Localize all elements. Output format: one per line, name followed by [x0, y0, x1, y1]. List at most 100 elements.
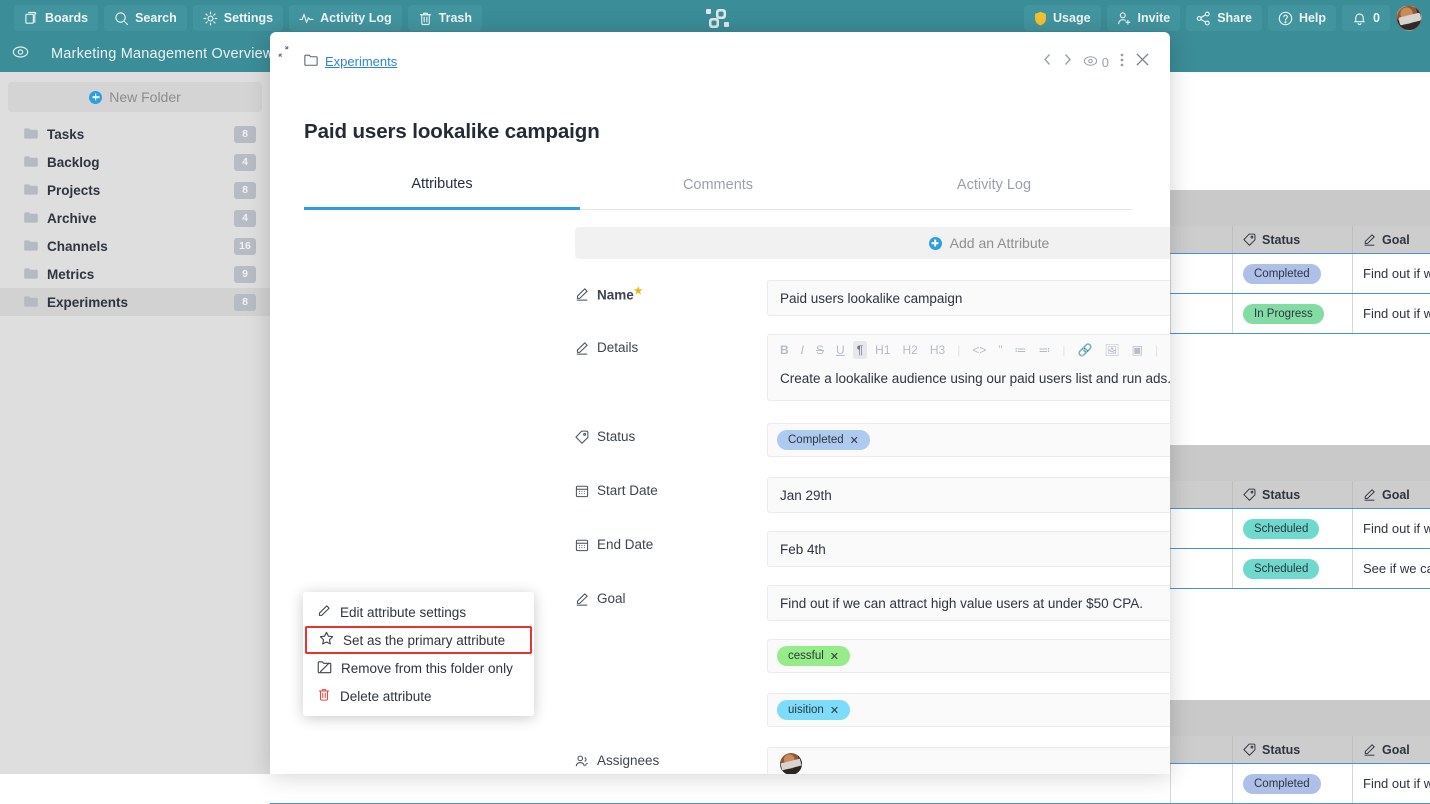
editor-tool-9[interactable]: ” — [994, 341, 1006, 359]
close-icon[interactable]: ✕ — [830, 704, 839, 717]
topnav-right-0-button[interactable]: 0 — [1342, 5, 1390, 31]
sidebar-item-label: Channels — [47, 238, 108, 254]
context-menu-item-edit-attribute-settings[interactable]: Edit attribute settings — [303, 598, 534, 626]
user-avatar[interactable] — [1396, 5, 1422, 31]
cell-goal[interactable]: Find out if we can attr — [1352, 294, 1430, 333]
field-category-label — [575, 693, 767, 727]
column-header-status[interactable]: Status — [1232, 736, 1352, 763]
editor-tool-11[interactable]: ≕ — [1034, 341, 1054, 359]
editor-tool-8[interactable]: <> — [968, 341, 990, 359]
editor-tool-7[interactable]: H3 — [926, 341, 949, 359]
column-header-goal[interactable]: Goal — [1352, 226, 1430, 253]
topnav-right-share-button[interactable]: Share — [1186, 5, 1262, 31]
editor-tool-12[interactable]: 🔗 — [1073, 341, 1096, 359]
status-badge: Completed — [1243, 773, 1321, 794]
tag-icon — [575, 430, 589, 447]
sidebar-item-backlog[interactable]: Backlog 4 — [0, 148, 270, 176]
start-date-input[interactable]: Jan 29th ✕ — [767, 477, 1170, 513]
category-chip[interactable]: uisition ✕ — [777, 700, 851, 720]
cell-status[interactable]: Scheduled — [1232, 549, 1352, 588]
tab-activity-log[interactable]: Activity Log — [856, 160, 1132, 210]
close-icon[interactable]: ✕ — [830, 650, 839, 663]
topnav-left-activity-log-button[interactable]: Activity Log — [289, 5, 402, 31]
eye-icon[interactable] — [12, 45, 29, 64]
tab-attributes[interactable]: Attributes — [304, 160, 580, 210]
cell-status[interactable]: Scheduled — [1232, 509, 1352, 548]
goal-input[interactable]: Find out if we can attract high value us… — [767, 585, 1170, 621]
editor-tool-10[interactable]: ≔ — [1010, 341, 1030, 359]
sidebar-item-projects[interactable]: Projects 8 — [0, 176, 270, 204]
editor-tool-13[interactable]: 🖼 — [1100, 341, 1123, 359]
editor-tool-15[interactable]: ↶ — [1166, 341, 1170, 359]
breadcrumb-link-experiments[interactable]: Experiments — [325, 54, 397, 69]
app-logo[interactable] — [705, 8, 733, 30]
category-chip-label: uisition — [788, 704, 824, 716]
close-icon[interactable] — [1135, 52, 1150, 72]
topnav-right-usage-button[interactable]: Usage — [1024, 5, 1101, 31]
result-chip[interactable]: cessful ✕ — [777, 646, 851, 666]
cell-status[interactable]: In Progress — [1232, 294, 1352, 333]
tab-comments[interactable]: Comments — [580, 160, 856, 210]
column-header-status[interactable]: Status — [1232, 226, 1352, 253]
topnav-left-boards-button[interactable]: Boards — [14, 5, 99, 31]
assignees-select[interactable] — [767, 747, 1170, 774]
sidebar-item-tasks[interactable]: Tasks 8 — [0, 120, 270, 148]
eye-icon — [1083, 55, 1098, 70]
column-header-label: Goal — [1382, 232, 1410, 247]
topnav-left-trash-button[interactable]: Trash — [407, 5, 482, 31]
pencil-icon — [575, 592, 589, 609]
context-menu-item-label: Delete attribute — [340, 688, 432, 704]
goal-text: Find out if we can dec — [1363, 776, 1430, 791]
editor-tool-4[interactable]: ¶ — [852, 341, 868, 359]
editor-tool-14[interactable]: ▣ — [1128, 341, 1147, 359]
editor-tool-2[interactable]: S — [812, 341, 828, 359]
editor-tool-1[interactable]: I — [797, 341, 808, 359]
field-end-date: End Date Feb 4th ✕ — [575, 531, 1170, 567]
sidebar-item-archive[interactable]: Archive 4 — [0, 204, 270, 232]
details-editor[interactable]: BISU¶H1H2H3|<>”≔≕|🔗🖼▣|↶↷☺ Create a looka… — [767, 334, 1170, 401]
cell-status[interactable]: Completed — [1232, 764, 1352, 803]
field-result: cessful ✕ — [575, 639, 1170, 673]
sidebar-item-experiments[interactable]: Experiments 8 — [0, 288, 270, 316]
category-select[interactable]: uisition ✕ — [767, 693, 1170, 727]
cell-goal[interactable]: Find out if we can incr — [1352, 509, 1430, 548]
chevron-right-icon[interactable] — [1063, 53, 1072, 71]
cell-goal[interactable]: Find out if we can dec — [1352, 764, 1430, 803]
new-folder-button[interactable]: New Folder — [8, 82, 262, 112]
collapse-arrows-icon[interactable] — [276, 44, 291, 64]
column-header-status[interactable]: Status — [1232, 481, 1352, 508]
add-attribute-button[interactable]: Add an Attribute — [575, 227, 1170, 259]
chevron-left-icon[interactable] — [1043, 53, 1052, 71]
question-circle-icon — [1278, 11, 1293, 26]
column-header-goal[interactable]: Goal — [1352, 481, 1430, 508]
topnav-left-search-button[interactable]: Search — [104, 5, 187, 31]
sidebar-item-channels[interactable]: Channels 16 — [0, 232, 270, 260]
context-menu-item-set-as-the-primary-attribute[interactable]: Set as the primary attribute — [305, 626, 532, 654]
cell-goal[interactable]: Find out if we can attr — [1352, 254, 1430, 293]
editor-tool-0[interactable]: B — [776, 341, 793, 359]
editor-tool-3[interactable]: U — [832, 341, 849, 359]
view-count: 0 — [1083, 55, 1109, 70]
status-chip[interactable]: Completed ✕ — [777, 430, 870, 450]
result-select[interactable]: cessful ✕ — [767, 639, 1170, 673]
context-menu-item-remove-from-this-folder-only[interactable]: Remove from this folder only — [303, 654, 534, 682]
end-date-input[interactable]: Feb 4th ✕ — [767, 531, 1170, 567]
goal-value: Find out if we can attract high value us… — [780, 595, 1143, 611]
column-header-goal[interactable]: Goal — [1352, 736, 1430, 763]
calendar-icon — [575, 484, 589, 501]
context-menu-item-delete-attribute[interactable]: Delete attribute — [303, 682, 534, 710]
close-icon[interactable]: ✕ — [850, 434, 859, 447]
name-input[interactable]: Paid users lookalike campaign — [767, 280, 1170, 316]
editor-tool-6[interactable]: H2 — [899, 341, 922, 359]
topnav-left-settings-button[interactable]: Settings — [192, 5, 284, 31]
breadcrumb: Experiments — [304, 54, 397, 69]
sidebar-item-metrics[interactable]: Metrics 9 — [0, 260, 270, 288]
editor-tool-5[interactable]: H1 — [871, 341, 894, 359]
topnav-right-help-button[interactable]: Help — [1267, 5, 1337, 31]
cell-status[interactable]: Completed — [1232, 254, 1352, 293]
cell-goal[interactable]: See if we can increase — [1352, 549, 1430, 588]
topnav-right-invite-button[interactable]: Invite — [1106, 5, 1181, 31]
row-gutter-cell — [1170, 294, 1232, 333]
kebab-menu-icon[interactable] — [1120, 53, 1124, 72]
status-select[interactable]: Completed ✕ — [767, 423, 1170, 457]
